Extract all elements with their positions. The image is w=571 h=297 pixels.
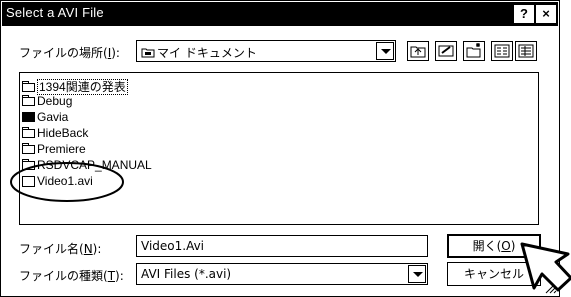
new-folder-button[interactable] (463, 41, 485, 61)
window-title: Select a AVI File (6, 5, 104, 20)
list-item-file[interactable]: Video1.avi (22, 174, 93, 188)
list-view-button[interactable] (491, 41, 513, 61)
list-item-folder[interactable]: Premiere (22, 142, 86, 156)
list-item-folder[interactable]: 1394関連の発表 (22, 78, 128, 95)
list-view-icon (494, 44, 510, 58)
folder-icon (22, 159, 35, 170)
up-one-level-button[interactable] (407, 41, 429, 61)
resize-grip-icon[interactable] (543, 280, 557, 294)
help-button[interactable]: ? (514, 5, 534, 23)
chevron-down-icon[interactable] (408, 265, 426, 283)
cancel-button[interactable]: キャンセル (447, 262, 541, 286)
special-folder-icon (22, 112, 35, 122)
filetype-dropdown[interactable]: AVI Files (*.avi) (136, 263, 428, 285)
folder-icon (22, 81, 35, 92)
open-button[interactable]: 開く(O) (447, 234, 541, 258)
desktop-icon (438, 45, 454, 57)
details-view-button[interactable] (515, 41, 537, 61)
list-item-folder[interactable]: Debug (22, 94, 72, 108)
desktop-button[interactable] (435, 41, 457, 61)
folder-icon (22, 127, 35, 138)
filetype-label: ファイルの種類(T): (19, 269, 124, 283)
details-view-icon (518, 44, 534, 58)
up-folder-icon (410, 46, 426, 58)
file-list[interactable]: 1394関連の発表 Debug Gavia HideBack Premiere … (19, 72, 539, 225)
list-item-folder[interactable]: RSDVCAP_MANUAL (22, 158, 152, 172)
filename-input[interactable]: Video1.Avi (136, 235, 428, 257)
my-documents-icon (141, 48, 155, 58)
file-open-dialog: Select a AVI File ? × ファイルの場所(I): マイ ドキュ… (0, 0, 560, 297)
folder-icon (22, 143, 35, 154)
close-button[interactable]: × (536, 5, 556, 23)
lookin-value: マイ ドキュメント (141, 44, 257, 61)
avi-file-icon (22, 176, 35, 187)
chevron-down-icon[interactable] (376, 42, 394, 60)
list-item-folder[interactable]: HideBack (22, 126, 88, 140)
folder-icon (22, 95, 35, 106)
lookin-label: ファイルの場所(I): (19, 46, 120, 60)
new-folder-icon (466, 43, 481, 58)
filename-label: ファイル名(N): (19, 242, 102, 256)
title-bar[interactable]: Select a AVI File ? × (2, 2, 558, 26)
list-item-folder[interactable]: Gavia (22, 110, 68, 124)
lookin-dropdown[interactable]: マイ ドキュメント (136, 40, 396, 62)
